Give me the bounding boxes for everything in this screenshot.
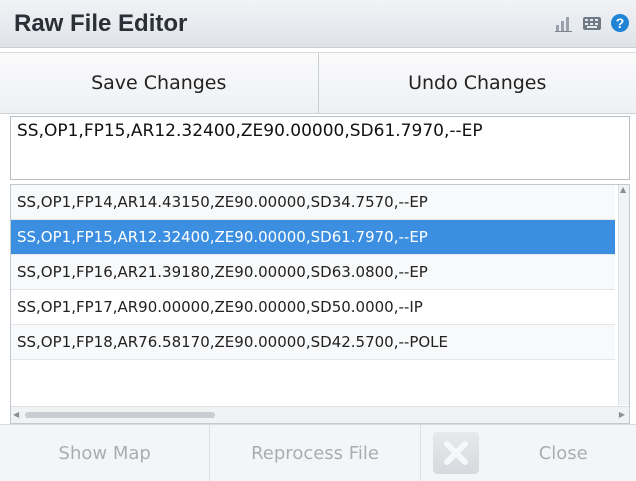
- help-icon[interactable]: ?: [610, 13, 630, 33]
- svg-text:?: ?: [616, 15, 625, 31]
- scroll-right-arrow-icon[interactable]: ▶: [619, 410, 625, 419]
- save-changes-button[interactable]: Save Changes: [0, 53, 318, 113]
- toolbar: Save Changes Undo Changes: [0, 52, 636, 114]
- scroll-up-arrow-icon[interactable]: ▲: [620, 185, 626, 194]
- close-x-icon: [433, 432, 479, 474]
- keyboard-icon[interactable]: [582, 13, 602, 33]
- raw-lines-list[interactable]: SS,OP1,FP14,AR14.43150,ZE90.00000,SD34.7…: [10, 184, 630, 424]
- horizontal-scrollbar[interactable]: ◀ ▶: [11, 406, 629, 423]
- show-map-button[interactable]: Show Map: [0, 425, 209, 481]
- title-icons: ?: [554, 13, 630, 33]
- reprocess-file-button[interactable]: Reprocess File: [209, 425, 419, 481]
- chart-icon[interactable]: [554, 13, 574, 33]
- list-item[interactable]: SS,OP1,FP17,AR90.00000,ZE90.00000,SD50.0…: [11, 290, 615, 325]
- undo-changes-button[interactable]: Undo Changes: [318, 53, 636, 113]
- close-button[interactable]: Close: [490, 425, 636, 481]
- title-bar: Raw File Editor: [0, 0, 636, 48]
- list-item[interactable]: SS,OP1,FP14,AR14.43150,ZE90.00000,SD34.7…: [11, 185, 615, 220]
- vertical-scrollbar[interactable]: ▲: [618, 185, 629, 405]
- window-title: Raw File Editor: [14, 10, 187, 38]
- list-item-selected[interactable]: SS,OP1,FP15,AR12.32400,ZE90.00000,SD61.7…: [11, 220, 615, 255]
- bottom-toolbar: Show Map Reprocess File Close: [0, 424, 636, 481]
- list-item[interactable]: SS,OP1,FP18,AR76.58170,ZE90.00000,SD42.5…: [11, 325, 615, 360]
- list-item[interactable]: SS,OP1,FP16,AR21.39180,ZE90.00000,SD63.0…: [11, 255, 615, 290]
- horizontal-scroll-thumb[interactable]: [25, 412, 215, 418]
- raw-line-editor[interactable]: SS,OP1,FP15,AR12.32400,ZE90.00000,SD61.7…: [10, 116, 630, 180]
- scroll-left-arrow-icon[interactable]: ◀: [13, 410, 19, 419]
- close-icon-button[interactable]: [420, 425, 491, 481]
